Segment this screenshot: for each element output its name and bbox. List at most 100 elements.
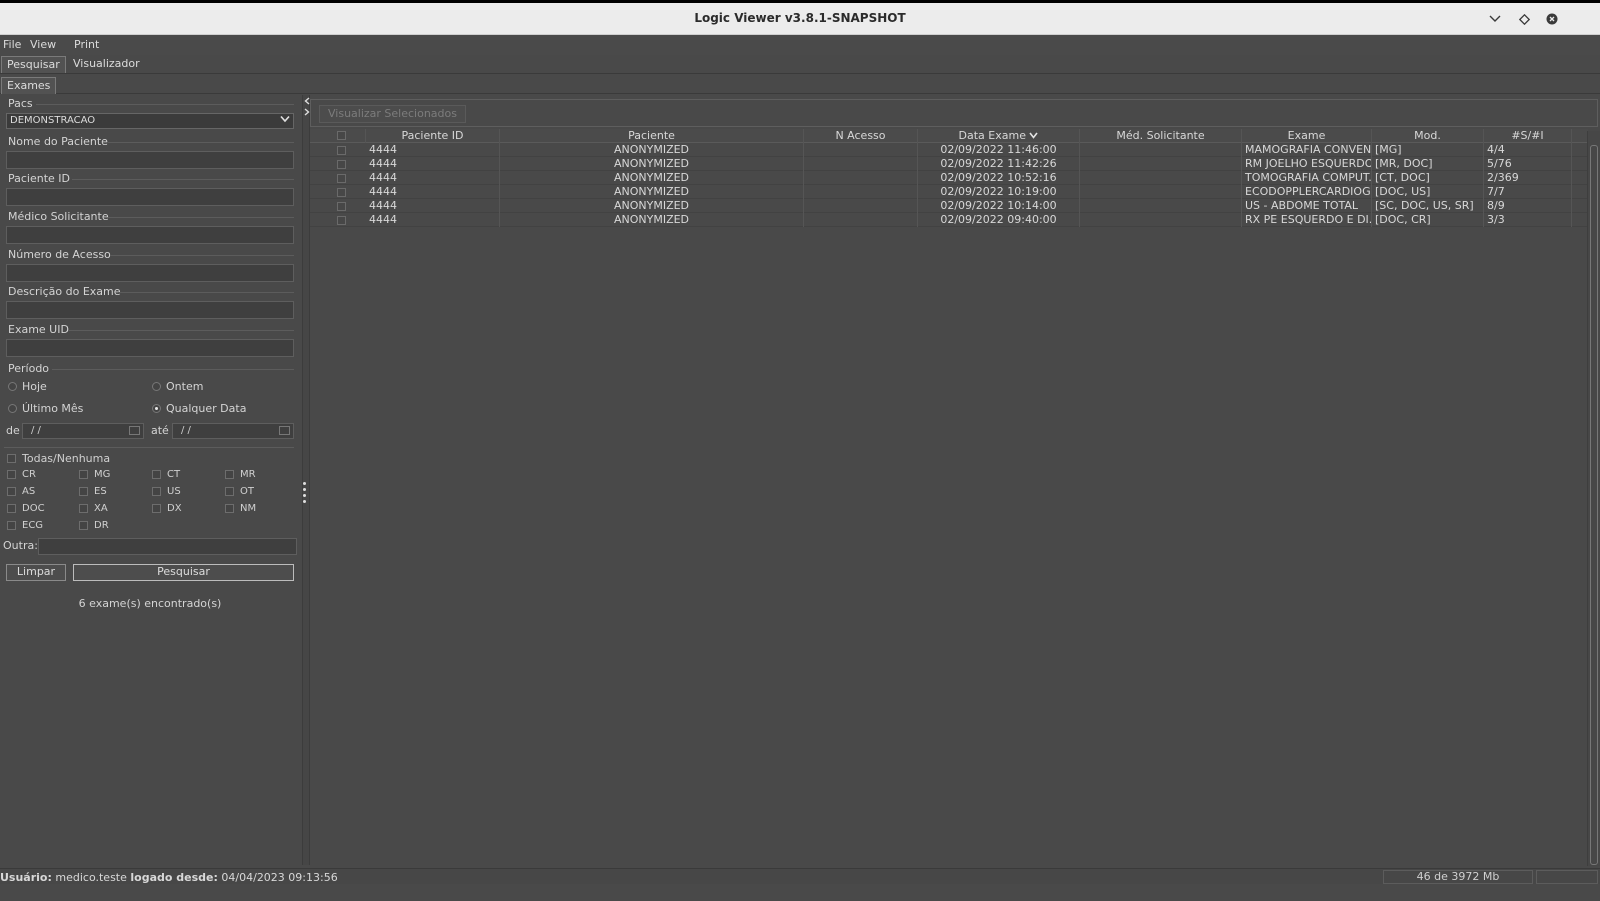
accession-number-input[interactable] — [6, 264, 294, 282]
drag-handle-icon[interactable] — [303, 479, 307, 507]
column-header-series-images[interactable]: #S/#I — [1484, 129, 1572, 143]
column-header-patient[interactable]: Paciente — [500, 129, 804, 143]
cell-exam: US - ABDOME TOTAL — [1242, 199, 1372, 213]
pacs-select[interactable]: DEMONSTRACAO — [6, 113, 294, 129]
search-panel: Pacs DEMONSTRACAO Nome do Paciente Pacie… — [0, 95, 302, 865]
title-bar: Logic Viewer v3.8.1-SNAPSHOT — [0, 3, 1600, 35]
period-yesterday-radio[interactable]: Ontem — [152, 380, 203, 393]
cell-exam-date: 02/09/2022 11:42:26 — [918, 157, 1080, 171]
checkbox-indicator — [7, 454, 16, 463]
logged-since-value: 04/04/2023 09:13:56 — [221, 871, 338, 884]
date-to-input[interactable]: / / — [172, 423, 294, 439]
cell-exam-date: 02/09/2022 10:19:00 — [918, 185, 1080, 199]
modality-label: DR — [94, 520, 109, 531]
exam-description-input[interactable] — [6, 301, 294, 319]
exam-description-label: Descrição do Exame — [8, 285, 121, 298]
modality-checkbox-nm[interactable]: NM — [225, 503, 256, 514]
clear-button[interactable]: Limpar — [6, 564, 66, 581]
date-from-value: / / — [31, 425, 41, 436]
patient-id-input[interactable] — [6, 188, 294, 206]
table-row[interactable]: 4444 ANONYMIZED 02/09/2022 11:42:26 RM J… — [310, 157, 1588, 171]
menu-print[interactable]: Print — [74, 38, 99, 51]
menu-file[interactable]: File — [3, 38, 21, 51]
column-header-exam[interactable]: Exame — [1242, 129, 1372, 143]
table-row[interactable]: 4444 ANONYMIZED 02/09/2022 10:52:16 TOMO… — [310, 171, 1588, 185]
modality-checkbox-as[interactable]: AS — [7, 486, 35, 497]
modality-checkbox-doc[interactable]: DOC — [7, 503, 45, 514]
checkbox-indicator — [152, 470, 161, 479]
date-from-input[interactable]: / / — [22, 423, 144, 439]
checkbox-indicator — [7, 521, 16, 530]
row-checkbox[interactable] — [337, 160, 346, 169]
column-header-accession[interactable]: N Acesso — [804, 129, 918, 143]
table-row[interactable]: 4444 ANONYMIZED 02/09/2022 10:19:00 ECOD… — [310, 185, 1588, 199]
modality-checkbox-us[interactable]: US — [152, 486, 181, 497]
period-last-month-radio[interactable]: Último Mês — [8, 402, 83, 415]
modality-checkbox-mr[interactable]: MR — [225, 469, 256, 480]
tab-visualizador[interactable]: Visualizador — [68, 56, 145, 73]
cell-exam: RM JOELHO ESQUERDO — [1242, 157, 1372, 171]
cell-patient-id: 4444 — [366, 157, 500, 171]
modality-label: DX — [167, 503, 182, 514]
table-row[interactable]: 4444 ANONYMIZED 02/09/2022 10:14:00 US -… — [310, 199, 1588, 213]
scrollbar-thumb[interactable] — [1590, 145, 1598, 865]
patient-name-input[interactable] — [6, 151, 294, 169]
row-checkbox[interactable] — [337, 174, 346, 183]
row-checkbox[interactable] — [337, 202, 346, 211]
requesting-doctor-input[interactable] — [6, 226, 294, 244]
radio-indicator-selected — [152, 404, 161, 413]
cell-patient: ANONYMIZED — [500, 171, 804, 185]
cell-exam: ECODOPPLERCARDIOG... — [1242, 185, 1372, 199]
menu-view[interactable]: View — [30, 38, 56, 51]
cell-modality: [DOC, CR] — [1372, 213, 1484, 227]
row-checkbox[interactable] — [337, 216, 346, 225]
modality-label: CT — [167, 469, 181, 480]
memory-indicator[interactable]: 46 de 3972 Mb — [1383, 870, 1533, 884]
table-row[interactable]: 4444 ANONYMIZED 02/09/2022 11:46:00 MAMO… — [310, 143, 1588, 157]
status-extra-box — [1536, 870, 1598, 884]
row-checkbox[interactable] — [337, 188, 346, 197]
modality-checkbox-ecg[interactable]: ECG — [7, 520, 43, 531]
user-value: medico.teste — [55, 871, 127, 884]
calendar-icon[interactable] — [129, 426, 140, 435]
modality-checkbox-ct[interactable]: CT — [152, 469, 180, 480]
cell-exam: RX PE ESQUERDO E DI... — [1242, 213, 1372, 227]
view-selected-button[interactable]: Visualizar Selecionados — [319, 105, 466, 123]
modality-checkbox-ot[interactable]: OT — [225, 486, 254, 497]
modality-checkbox-xa[interactable]: XA — [79, 503, 108, 514]
table-row[interactable]: 4444 ANONYMIZED 02/09/2022 09:40:00 RX P… — [310, 213, 1588, 227]
cell-doctor — [1080, 143, 1242, 157]
modality-checkbox-mg[interactable]: MG — [79, 469, 110, 480]
row-checkbox[interactable] — [337, 146, 346, 155]
modality-label: OT — [240, 486, 254, 497]
modality-checkbox-cr[interactable]: CR — [7, 469, 36, 480]
all-none-checkbox[interactable]: Todas/Nenhuma — [7, 452, 110, 465]
minimize-icon[interactable] — [1485, 9, 1505, 29]
table-scrollbar[interactable] — [1587, 131, 1600, 866]
calendar-icon[interactable] — [279, 426, 290, 435]
maximize-icon[interactable] — [1514, 9, 1534, 29]
period-any-date-radio[interactable]: Qualquer Data — [152, 402, 246, 415]
select-all-checkbox[interactable] — [337, 131, 346, 140]
column-header-requesting-doctor[interactable]: Méd. Solicitante — [1080, 129, 1242, 143]
cell-patient: ANONYMIZED — [500, 185, 804, 199]
column-header-exam-date[interactable]: Data Exame — [918, 129, 1080, 143]
search-button[interactable]: Pesquisar — [73, 564, 294, 581]
modality-checkbox-es[interactable]: ES — [79, 486, 107, 497]
modality-checkbox-dr[interactable]: DR — [79, 520, 109, 531]
close-icon[interactable] — [1542, 9, 1562, 29]
tab-pesquisar[interactable]: Pesquisar — [1, 56, 66, 73]
other-modality-input[interactable] — [38, 538, 297, 555]
column-header-modality[interactable]: Mod. — [1372, 129, 1484, 143]
cell-accession — [804, 185, 918, 199]
patient-id-label: Paciente ID — [8, 172, 71, 185]
period-label: Período — [8, 362, 50, 375]
period-today-radio[interactable]: Hoje — [8, 380, 47, 393]
select-all-header[interactable] — [310, 129, 366, 143]
main-tabs: Pesquisar Visualizador — [0, 55, 1600, 74]
modality-checkbox-dx[interactable]: DX — [152, 503, 182, 514]
tab-exames[interactable]: Exames — [1, 77, 57, 94]
column-header-patient-id[interactable]: Paciente ID — [366, 129, 500, 143]
checkbox-indicator — [79, 470, 88, 479]
exam-uid-input[interactable] — [6, 339, 294, 357]
